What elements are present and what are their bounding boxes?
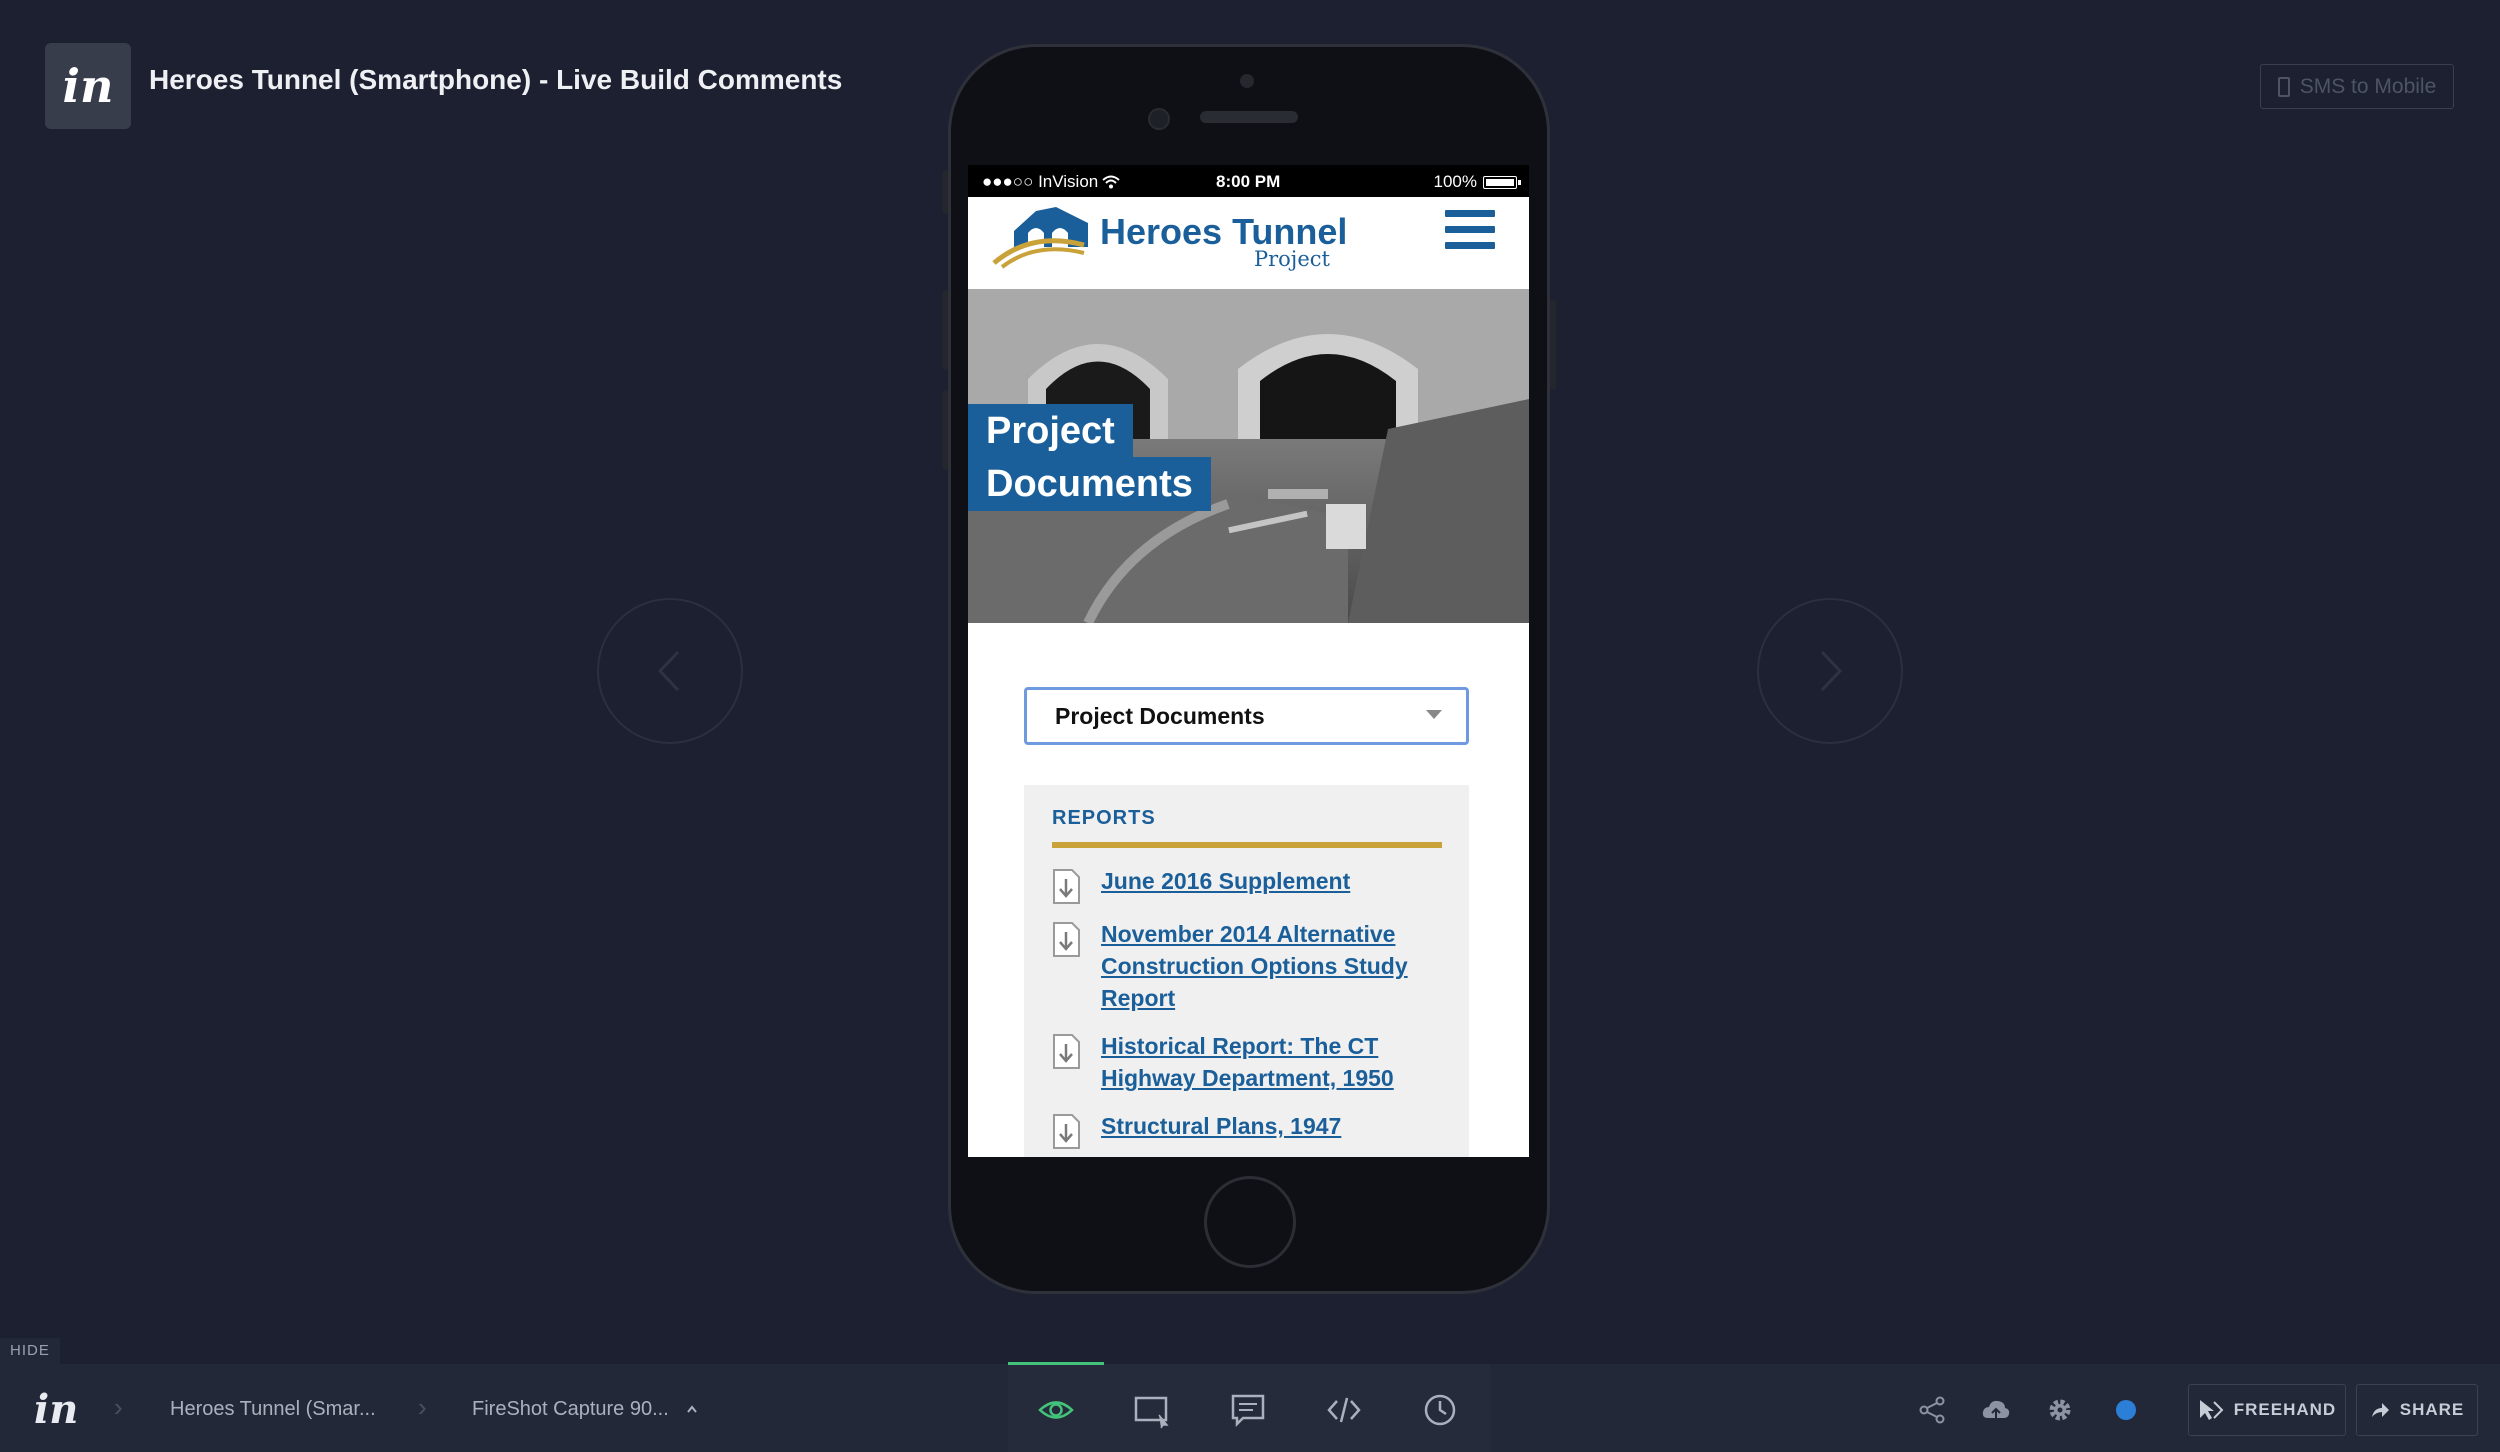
share-label: SHARE (2399, 1400, 2465, 1419)
share-link-button[interactable] (1908, 1386, 1956, 1434)
gear-icon (2049, 1399, 2071, 1421)
phone-volume-down (942, 390, 948, 470)
logo-text: in (62, 59, 114, 113)
eye-icon (1038, 1401, 1074, 1419)
hamburger-menu-icon[interactable] (1445, 210, 1495, 250)
reports-divider (1052, 842, 1442, 848)
share-button[interactable]: SHARE (2356, 1384, 2478, 1436)
freehand-cursor-icon (2199, 1400, 2224, 1420)
comment-icon (1231, 1394, 1265, 1428)
bottom-logo[interactable]: in (34, 1386, 78, 1433)
clock-icon (1424, 1394, 1456, 1426)
breadcrumb-separator: › (114, 1392, 123, 1422)
download-doc-icon (1053, 922, 1080, 957)
sms-label: SMS to Mobile (2299, 74, 2437, 98)
document-link[interactable]: Structural Plans, 1947 (1101, 1110, 1341, 1142)
document-link[interactable]: June 2016 Supplement (1101, 865, 1350, 897)
document-item[interactable]: Structural Plans, 1947 (1052, 1110, 1452, 1149)
settings-button[interactable] (2036, 1386, 2084, 1434)
freehand-label: FREEHAND (2233, 1400, 2337, 1419)
breadcrumb-project[interactable]: Heroes Tunnel (Smar... (170, 1398, 376, 1421)
brand-subtitle: Project (1254, 247, 1330, 271)
chevron-up-icon[interactable] (686, 1404, 698, 1414)
phone-front-sensor (1148, 108, 1170, 130)
code-icon (1327, 1397, 1361, 1423)
select-value: Project Documents (1055, 702, 1265, 729)
wifi-icon (1102, 175, 1120, 189)
hero-title-line1: Project (968, 404, 1133, 458)
reports-heading: REPORTS (1052, 807, 1156, 829)
hero-title-line2: Documents (968, 457, 1211, 511)
site-header: Heroes Tunnel Project (968, 197, 1529, 289)
tunnel-logo-icon[interactable] (992, 201, 1092, 269)
battery-icon (1483, 175, 1521, 189)
arrow-left-icon (657, 650, 680, 692)
document-link[interactable]: November 2014 Alternative Construction O… (1101, 918, 1452, 1014)
active-tool-indicator (1008, 1362, 1104, 1365)
freehand-button[interactable]: FREEHAND (2188, 1384, 2346, 1436)
phone-mute-switch (942, 170, 948, 214)
download-doc-icon (1053, 1034, 1080, 1069)
phone-home-button (1204, 1176, 1296, 1268)
phone-screen: ●●●○○ InVision 8:00 PM 100% Heroes Tunne… (968, 165, 1529, 1157)
share-nodes-icon (1919, 1396, 1945, 1424)
download-doc-icon (1053, 1114, 1080, 1149)
breadcrumb-screen[interactable]: FireShot Capture 90... (472, 1398, 669, 1421)
document-item[interactable]: November 2014 Alternative Construction O… (1052, 918, 1452, 1014)
carrier-label: ●●●○○ InVision (982, 172, 1099, 191)
project-title: Heroes Tunnel (Smartphone) - Live Build … (149, 64, 843, 95)
next-screen-button[interactable] (1757, 598, 1903, 744)
cloud-upload-icon (1982, 1400, 2010, 1418)
inspect-mode-button[interactable] (1320, 1386, 1368, 1434)
phone-icon (2277, 76, 2290, 97)
status-time: 8:00 PM (1216, 172, 1281, 191)
screen-cursor-icon (1134, 1396, 1169, 1429)
document-item[interactable]: Historical Report: The CT Highway Depart… (1052, 1030, 1452, 1094)
invision-logo[interactable]: in (45, 43, 131, 129)
hero-image: Project Documents (968, 289, 1529, 623)
breadcrumb-separator: › (418, 1392, 427, 1422)
sms-to-mobile-button[interactable]: SMS to Mobile (2260, 64, 2454, 109)
chevron-down-icon (1426, 710, 1442, 719)
document-link[interactable]: Historical Report: The CT Highway Depart… (1101, 1030, 1452, 1094)
phone-power-button (1550, 300, 1556, 390)
presence-dot[interactable] (2116, 1400, 2136, 1420)
battery-percent: 100% (1433, 172, 1477, 191)
share-arrow-icon (2371, 1403, 2389, 1417)
document-category-select[interactable]: Project Documents (1024, 687, 1469, 745)
build-mode-button[interactable] (1128, 1386, 1176, 1434)
previous-screen-button[interactable] (597, 598, 743, 744)
preview-mode-button[interactable] (1032, 1386, 1080, 1434)
arrow-right-icon (1820, 650, 1843, 692)
sync-button[interactable] (1972, 1386, 2020, 1434)
document-item[interactable]: June 2016 Supplement (1052, 865, 1452, 904)
reports-panel: REPORTS June 2016 Supplement November 20… (1024, 785, 1469, 1157)
phone-volume-up (942, 290, 948, 370)
history-mode-button[interactable] (1416, 1386, 1464, 1434)
phone-camera (1240, 74, 1254, 88)
phone-speaker (1200, 111, 1298, 123)
status-bar: ●●●○○ InVision 8:00 PM 100% (968, 165, 1529, 197)
hide-toolbar-button[interactable]: HIDE (0, 1338, 60, 1364)
comment-mode-button[interactable] (1224, 1386, 1272, 1434)
download-doc-icon (1053, 869, 1080, 904)
